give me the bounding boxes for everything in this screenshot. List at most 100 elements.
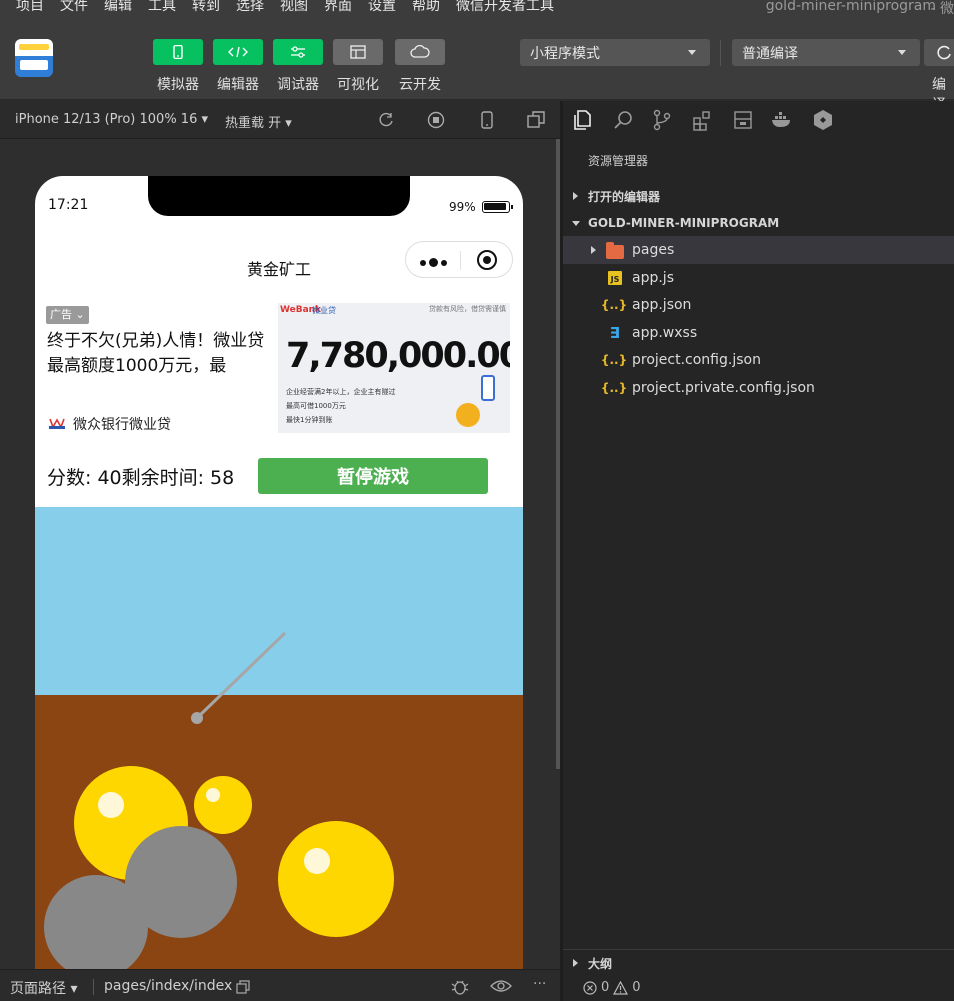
chevron-right-icon [591, 246, 596, 254]
menu-bar: 项目 文件 编辑 工具 转到 选择 视图 界面 设置 帮助 微信开发者工具 go… [0, 0, 954, 22]
refresh-icon [937, 45, 951, 60]
tree-item-label: app.js [632, 270, 674, 286]
rock [44, 875, 148, 976]
hot-reload-value: 热重载 开 [225, 116, 282, 131]
outline-section[interactable]: 大纲 [563, 949, 954, 975]
js-file-icon: JS [608, 271, 622, 285]
tree-item-pages[interactable]: pages [563, 236, 954, 264]
compile-button[interactable] [924, 39, 954, 66]
storage-icon[interactable] [732, 109, 754, 131]
device-value: iPhone 12/13 (Pro) 100% 16 [15, 112, 198, 127]
detach-window-icon[interactable] [527, 111, 545, 129]
game-canvas[interactable] [35, 507, 523, 976]
coin-illustration [456, 403, 480, 427]
debug-sliders-icon [291, 46, 305, 58]
explorer-pane: 资源管理器 打开的编辑器 GOLD-MINER-MINIPROGRAM page… [563, 101, 954, 1001]
phone-illustration [481, 375, 495, 401]
editor-label: 编辑器 [217, 77, 259, 93]
ad-headline[interactable]: 终于不欠(兄弟)人情！微业贷最高额度1000万元，最 [47, 329, 272, 381]
error-count: 0 [601, 980, 610, 995]
menu-tools[interactable]: 工具 [140, 0, 184, 13]
debugger-label: 调试器 [277, 77, 319, 93]
ad-image-line-2: 最高可借1000万元 [286, 402, 346, 410]
ad-image-risk: 贷款有风险，借贷需谨慎 [429, 305, 506, 313]
eye-icon[interactable] [490, 979, 512, 993]
tree-item-app-wxss[interactable]: ∃ app.wxss [563, 319, 954, 347]
menu-edit[interactable]: 编辑 [96, 0, 140, 13]
menu-select[interactable]: 选择 [228, 0, 272, 13]
bug-icon[interactable] [450, 978, 470, 996]
cloud-dev-label: 云开发 [399, 77, 441, 93]
chevron-down-icon [572, 221, 580, 226]
menu-view[interactable]: 视图 [272, 0, 316, 13]
device-select[interactable]: iPhone 12/13 (Pro) 100% 16 ▾ [15, 112, 208, 127]
menu-interface[interactable]: 界面 [316, 0, 360, 13]
hot-reload-select[interactable]: 热重载 开 ▾ [225, 112, 292, 131]
page-path-select[interactable]: 页面路径 ▾ [10, 978, 77, 998]
page-path-value: pages/index/index [104, 978, 233, 994]
toolbar: 模拟器 编辑器 调试器 可视化 云开发 小程序模式 普通编译 编译 [0, 22, 954, 113]
cloud-icon [410, 45, 430, 58]
status-battery-percent: 99% [449, 200, 476, 214]
mode-select[interactable]: 小程序模式 [520, 39, 710, 66]
warning-icon [613, 980, 629, 995]
ad-badge[interactable]: 广告 ⌄ [46, 306, 89, 324]
more-options-icon[interactable]: ··· [533, 976, 546, 992]
search-icon[interactable] [612, 109, 634, 131]
code-icon [228, 46, 248, 58]
cloud-dev-button[interactable] [395, 39, 445, 65]
docker-icon[interactable] [771, 109, 793, 131]
tree-item-label: project.private.config.json [632, 380, 815, 396]
capsule-menu [405, 241, 513, 278]
tree-item-app-json[interactable]: {..} app.json [563, 291, 954, 319]
more-menu-icon[interactable] [420, 258, 447, 267]
menu-wechat-devtools[interactable]: 微信开发者工具 [448, 0, 562, 13]
menu-settings[interactable]: 设置 [360, 0, 404, 13]
compile-mode-select[interactable]: 普通编译 [732, 39, 920, 66]
tree-item-project-private-config[interactable]: {..} project.private.config.json [563, 374, 954, 402]
menu-file[interactable]: 文件 [52, 0, 96, 13]
battery-icon [482, 201, 513, 213]
extensions-icon[interactable] [691, 109, 713, 131]
files-icon[interactable] [571, 109, 593, 131]
json-file-icon: {..} [600, 353, 628, 367]
chevron-down-icon [898, 50, 906, 55]
pause-game-button[interactable]: 暂停游戏 [258, 458, 488, 494]
project-root-section[interactable]: GOLD-MINER-MINIPROGRAM [563, 209, 954, 237]
tree-item-project-config[interactable]: {..} project.config.json [563, 346, 954, 374]
plugin-cube-icon[interactable] [812, 109, 834, 131]
ad-image-line-1: 企业经营满2年以上，企业主有隧过 [286, 388, 396, 396]
ad-image[interactable]: WeBank 微业贷 贷款有风险，借贷需谨慎 7,780,000.00 企业经营… [278, 303, 510, 433]
menu-goto[interactable]: 转到 [184, 0, 228, 13]
phone-screen: 17:21 99% 黄金矿工 广告 ⌄ 终于不欠(兄弟)人情！微业贷最高额度10… [35, 176, 523, 976]
gold-nugget [194, 776, 252, 834]
json-file-icon: {..} [600, 381, 628, 395]
menu-project[interactable]: 项目 [0, 0, 52, 13]
simulator-footer: 页面路径 ▾ pages/index/index ··· [0, 969, 560, 1001]
close-miniprogram-icon[interactable] [477, 250, 497, 270]
tree-item-label: project.config.json [632, 352, 761, 368]
problems-status[interactable]: 0 0 [583, 980, 641, 995]
debugger-toggle-button[interactable] [273, 39, 323, 65]
tree-item-label: app.json [632, 297, 692, 313]
simulator-label: 模拟器 [157, 77, 199, 93]
open-editors-section[interactable]: 打开的编辑器 [563, 182, 954, 210]
stop-icon[interactable] [427, 111, 445, 129]
warning-count: 0 [632, 980, 641, 995]
ad-source[interactable]: 微众银行微业贷 [73, 414, 171, 434]
visual-label: 可视化 [337, 77, 379, 93]
chevron-down-icon [688, 50, 696, 55]
simulator-toggle-button[interactable] [153, 39, 203, 65]
visual-toggle-button[interactable] [333, 39, 383, 65]
rotate-icon[interactable] [377, 111, 395, 129]
device-frame-icon[interactable] [478, 111, 496, 129]
toolbar-divider [720, 40, 721, 66]
copy-icon[interactable] [236, 980, 250, 994]
project-avatar[interactable] [15, 39, 53, 77]
source-control-icon[interactable] [651, 109, 673, 131]
editor-toggle-button[interactable] [213, 39, 263, 65]
tree-item-app-js[interactable]: JS app.js [563, 264, 954, 292]
phone-notch [148, 176, 410, 216]
webank-logo-icon [49, 417, 65, 429]
menu-help[interactable]: 帮助 [404, 0, 448, 13]
